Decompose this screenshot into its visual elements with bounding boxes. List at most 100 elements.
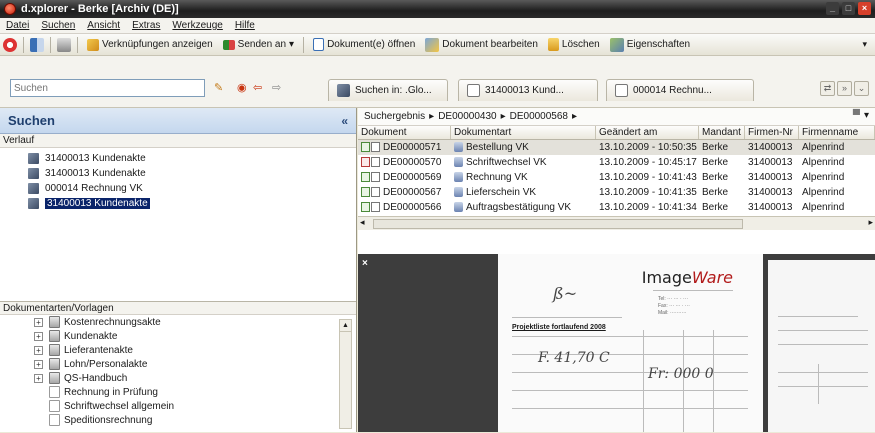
- back-arrow-icon[interactable]: ⇦: [253, 81, 262, 95]
- help-icon[interactable]: [3, 37, 17, 52]
- menu-extras[interactable]: Extras: [132, 20, 160, 31]
- column-header[interactable]: Mandant: [699, 126, 745, 139]
- delete-button[interactable]: Löschen: [545, 36, 603, 54]
- tree-item[interactable]: + Lohn/Personalakte: [34, 357, 356, 371]
- target-icon[interactable]: ◉: [237, 81, 247, 95]
- logo-part-a: Image: [641, 268, 692, 287]
- scanner-icon[interactable]: [57, 37, 71, 52]
- search-history-icon: [28, 153, 39, 164]
- table-horizontal-scrollbar[interactable]: ◂ ▸: [358, 216, 875, 230]
- cell-company-name: Alpenrind: [802, 187, 845, 198]
- tree-item[interactable]: + QS-Handbuch: [34, 371, 356, 385]
- maximize-button[interactable]: □: [842, 2, 855, 15]
- column-header[interactable]: Dokument: [358, 126, 451, 139]
- tab-label: Suchen in: .Glo...: [355, 85, 432, 96]
- menu-bar: Datei Suchen Ansicht Extras Werkzeuge Hi…: [0, 18, 875, 34]
- table-row[interactable]: DE00000570 Schriftwechsel VK 13.10.2009 …: [358, 155, 875, 170]
- close-preview-button[interactable]: ×: [362, 258, 368, 269]
- view-toggle-button[interactable]: ⇄: [820, 81, 835, 96]
- tree-item-label: QS-Handbuch: [64, 372, 128, 384]
- menu-suchen[interactable]: Suchen: [41, 20, 75, 31]
- scroll-up-icon[interactable]: ▲: [340, 320, 351, 332]
- cell-client: Berke: [702, 172, 729, 183]
- close-button[interactable]: ×: [858, 2, 871, 15]
- tab-search-global[interactable]: Suchen in: .Glo...: [328, 79, 448, 101]
- breadcrumb-arrow-icon: ▸: [429, 111, 435, 122]
- table-row[interactable]: DE00000567 Lieferschein VK 13.10.2009 - …: [358, 185, 875, 200]
- pen-icon[interactable]: ✎: [214, 81, 223, 95]
- expand-icon[interactable]: +: [34, 317, 43, 327]
- trash-icon[interactable]: ▀: [853, 110, 860, 121]
- scroll-left-icon[interactable]: ◂: [360, 217, 365, 228]
- chevron-down-icon[interactable]: ⌄: [854, 81, 869, 96]
- scrollbar-thumb[interactable]: [373, 219, 743, 229]
- list-item-selected[interactable]: 31400013 Kundenakte: [28, 196, 356, 211]
- tree-item[interactable]: Schriftwechsel allgemein: [34, 399, 356, 413]
- menu-werkzeuge[interactable]: Werkzeuge: [172, 20, 222, 31]
- doctype-icon: [454, 202, 463, 213]
- search-input[interactable]: [10, 79, 205, 97]
- column-header[interactable]: Firmenname: [799, 126, 875, 139]
- toolbar-overflow-icon[interactable]: ▾: [862, 39, 867, 50]
- tab-invoice[interactable]: 000014 Rechnu...: [606, 79, 754, 101]
- tree-item[interactable]: Rechnung in Prüfung: [34, 385, 356, 399]
- expand-icon[interactable]: +: [34, 331, 43, 341]
- doctype-tree: + Kostenrechnungsakte + Kundenakte + Liefer…: [0, 315, 356, 433]
- logo-part-b: Ware: [691, 268, 733, 287]
- breadcrumb-item[interactable]: Suchergebnis: [364, 111, 425, 122]
- template-icon: [49, 386, 60, 398]
- list-item[interactable]: 31400013 Kundenakte: [28, 166, 356, 181]
- expand-icon[interactable]: +: [34, 359, 43, 369]
- list-item-label: 000014 Rechnung VK: [45, 183, 143, 194]
- tree-item[interactable]: Speditionsrechnung: [34, 413, 356, 427]
- nav-button[interactable]: »: [837, 81, 852, 96]
- breadcrumb-item[interactable]: DE00000430: [438, 111, 496, 122]
- breadcrumb-item[interactable]: DE00000568: [510, 111, 568, 122]
- table-row[interactable]: DE00000566 Auftragsbestätigung VK 13.10.…: [358, 200, 875, 215]
- edit-document-button[interactable]: Dokument bearbeiten: [422, 36, 541, 54]
- properties-label: Eigenschaften: [626, 39, 691, 50]
- menu-datei[interactable]: Datei: [6, 20, 29, 31]
- chevron-down-icon[interactable]: ▾: [864, 110, 869, 121]
- cell-modified: 13.10.2009 - 10:41:43: [599, 172, 697, 183]
- properties-button[interactable]: Eigenschaften: [607, 36, 693, 54]
- cell-modified: 13.10.2009 - 10:41:34: [599, 202, 697, 213]
- cell-doctype: Auftragsbestätigung VK: [466, 202, 572, 213]
- expand-icon[interactable]: +: [34, 345, 43, 355]
- forward-arrow-icon[interactable]: ⇨: [272, 81, 281, 95]
- table-row[interactable]: DE00000569 Rechnung VK 13.10.2009 - 10:4…: [358, 170, 875, 185]
- folder-icon: [49, 358, 60, 370]
- template-icon: [49, 400, 60, 412]
- collapse-button[interactable]: «: [341, 114, 348, 128]
- column-header[interactable]: Geändert am: [596, 126, 699, 139]
- table-row[interactable]: DE00000571 Bestellung VK 13.10.2009 - 10…: [358, 140, 875, 155]
- expand-icon[interactable]: +: [34, 373, 43, 383]
- column-header[interactable]: Dokumentart: [451, 126, 596, 139]
- menu-hilfe[interactable]: Hilfe: [235, 20, 255, 31]
- menu-ansicht[interactable]: Ansicht: [87, 20, 120, 31]
- send-to-button[interactable]: Senden an ▾: [220, 36, 297, 54]
- tree-item[interactable]: + Kostenrechnungsakte: [34, 315, 356, 329]
- tree-scrollbar[interactable]: ▲: [339, 319, 352, 429]
- tab-customer-file[interactable]: 31400013 Kund...: [458, 79, 598, 101]
- minimize-button[interactable]: _: [826, 2, 839, 15]
- tab-label: 000014 Rechnu...: [633, 85, 712, 96]
- cell-document: DE00000571: [383, 142, 442, 153]
- cell-client: Berke: [702, 142, 729, 153]
- list-item[interactable]: 000014 Rechnung VK: [28, 181, 356, 196]
- show-links-button[interactable]: Verknüpfungen anzeigen: [84, 36, 216, 54]
- column-header[interactable]: Firmen-Nr: [745, 126, 799, 139]
- layout-icon[interactable]: [30, 37, 44, 52]
- document-status-icon: [361, 202, 380, 213]
- toolbar-separator: [50, 36, 51, 53]
- company-logo: ImageWare: [642, 268, 733, 287]
- doctypes-section-title: Dokumentarten/Vorlagen: [0, 301, 356, 315]
- tree-item-label: Rechnung in Prüfung: [64, 386, 158, 398]
- scroll-right-icon[interactable]: ▸: [868, 217, 873, 228]
- cell-client: Berke: [702, 157, 729, 168]
- open-documents-button[interactable]: Dokument(e) öffnen: [310, 36, 418, 54]
- tree-item[interactable]: + Kundenakte: [34, 329, 356, 343]
- list-item[interactable]: 31400013 Kundenakte: [28, 151, 356, 166]
- tree-item[interactable]: + Lieferantenakte: [34, 343, 356, 357]
- delete-label: Löschen: [561, 39, 600, 50]
